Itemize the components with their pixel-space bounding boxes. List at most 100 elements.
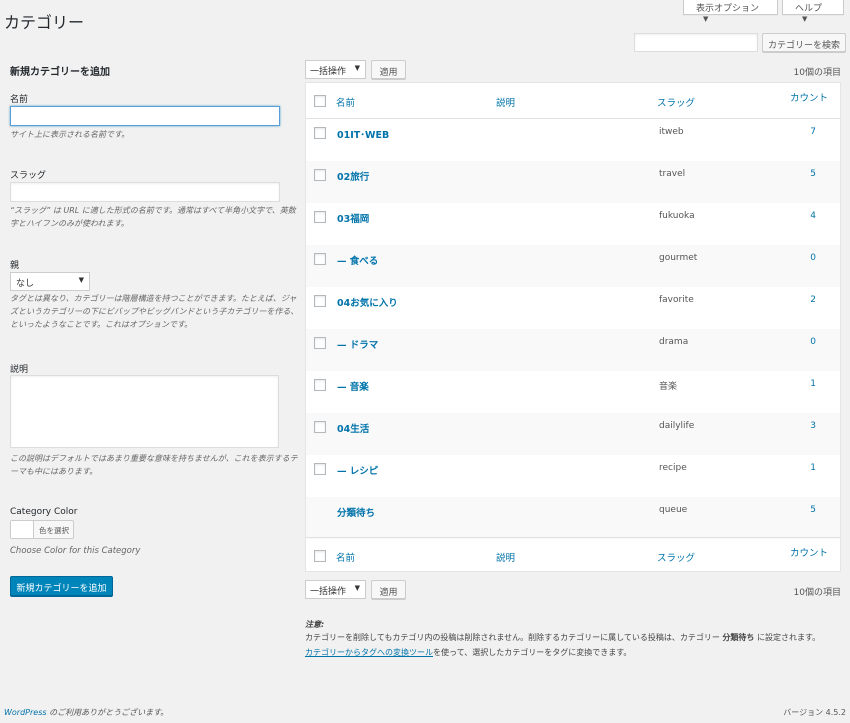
row-checkbox[interactable] <box>314 379 326 391</box>
page-title: カテゴリー <box>4 13 85 32</box>
table-row: — 音楽 音楽 1 <box>306 371 840 413</box>
delete-note: 注意: カテゴリーを削除してもカテゴリ内の投稿は削除されません。削除するカテゴリ… <box>305 618 845 660</box>
version-text: バージョン 4.5.2 <box>783 708 846 717</box>
search-categories-button[interactable]: カテゴリーを検索 <box>762 33 846 52</box>
bulk-actions-select-bottom[interactable]: 一括操作 ▼ <box>305 580 366 599</box>
description-textarea[interactable] <box>10 375 279 448</box>
column-slug-footer[interactable]: スラッグ <box>657 550 695 564</box>
table-row: — 食べる gourmet 0 <box>306 245 840 287</box>
row-checkbox[interactable] <box>314 463 326 475</box>
slug-description: “スラッグ” は URL に適した形式の名前です。通常はすべて半角小文字で、英数… <box>10 206 296 228</box>
category-slug: fukuoka <box>659 211 695 221</box>
color-picker-label: 色を選択 <box>39 526 69 535</box>
row-checkbox[interactable] <box>314 127 326 139</box>
parent-description: タグとは異なり、カテゴリーは階層構造を持つことができます。たとえば、ジャズという… <box>10 294 299 329</box>
category-name-link[interactable]: 03福岡 <box>337 211 369 225</box>
category-count-link[interactable]: 5 <box>810 505 816 515</box>
select-all-checkbox-bottom[interactable] <box>314 550 326 562</box>
category-name-link[interactable]: — 音楽 <box>337 379 369 393</box>
column-slug-header[interactable]: スラッグ <box>657 95 695 109</box>
category-name-link[interactable]: 02旅行 <box>337 169 369 183</box>
category-name-link[interactable]: 01IT･WEB <box>337 127 389 141</box>
category-count-link[interactable]: 4 <box>810 211 816 221</box>
parent-select-value: なし <box>16 279 35 289</box>
color-picker-button[interactable]: 色を選択 <box>10 520 74 539</box>
note-converter-text: を使って、選択したカテゴリーをタグに変換できます。 <box>433 648 632 658</box>
category-name-link[interactable]: — レシピ <box>337 463 378 477</box>
row-checkbox[interactable] <box>314 337 326 349</box>
note-title: 注意: <box>305 620 325 629</box>
table-footer: 名前 説明 スラッグ カウント <box>306 537 840 573</box>
category-count-link[interactable]: 1 <box>810 463 816 473</box>
row-checkbox[interactable] <box>314 169 326 181</box>
category-name-link[interactable]: — 食べる <box>337 253 378 267</box>
caret-down-icon: ▼ <box>802 15 808 23</box>
table-row: 01IT･WEB itweb 7 <box>306 119 840 161</box>
name-description: サイト上に表示される名前です。 <box>10 130 130 139</box>
category-name-link[interactable]: 04生活 <box>337 421 369 435</box>
bulk-actions-label: 一括操作 <box>310 587 347 597</box>
category-slug: recipe <box>659 463 687 473</box>
screen-options-button[interactable]: 表示オプション▼ <box>683 0 778 23</box>
add-category-button[interactable]: 新規カテゴリーを追加 <box>10 576 113 596</box>
select-all-checkbox[interactable] <box>314 95 326 107</box>
caret-down-icon: ▼ <box>354 584 360 592</box>
table-row: 03福岡 fukuoka 4 <box>306 203 840 245</box>
category-count-link[interactable]: 7 <box>810 127 816 137</box>
parent-label: 親 <box>10 261 20 271</box>
row-checkbox[interactable] <box>314 211 326 223</box>
bulk-actions-select-top[interactable]: 一括操作 ▼ <box>305 60 366 79</box>
parent-select[interactable]: なし ▼ <box>10 272 90 291</box>
column-description-footer[interactable]: 説明 <box>496 550 515 564</box>
table-row: 04生活 dailylife 3 <box>306 413 840 455</box>
categories-table: 名前 説明 スラッグ カウント 01IT･WEB itweb 7 02旅行 trave… <box>305 82 841 572</box>
note-text-part: に設定されます。 <box>754 633 821 643</box>
note-default-category: 分類待ち <box>722 633 755 643</box>
wordpress-link[interactable]: WordPress <box>4 708 47 717</box>
row-checkbox[interactable] <box>314 295 326 307</box>
color-description: Choose Color for this Category <box>10 546 141 556</box>
category-count-link[interactable]: 3 <box>810 421 816 431</box>
category-count-link[interactable]: 5 <box>810 169 816 179</box>
column-description-header[interactable]: 説明 <box>496 95 515 109</box>
category-count-link[interactable]: 2 <box>810 295 816 305</box>
items-count-top: 10個の項目 <box>793 68 841 78</box>
note-text-part: カテゴリーを削除してもカテゴリ内の投稿は削除されません。削除するカテゴリーに属し… <box>305 633 723 643</box>
color-swatch <box>11 521 34 538</box>
category-tag-converter-link[interactable]: カテゴリーからタグへの変換ツール <box>305 648 433 657</box>
category-name-link[interactable]: 04お気に入り <box>337 295 398 309</box>
apply-button-top[interactable]: 適用 <box>371 60 406 79</box>
help-button[interactable]: ヘルプ▼ <box>782 0 844 23</box>
slug-label: スラッグ <box>10 171 47 181</box>
apply-button-bottom[interactable]: 適用 <box>371 580 406 599</box>
column-count-header[interactable]: カウント <box>790 90 828 104</box>
category-slug: 音楽 <box>659 382 678 392</box>
category-slug: gourmet <box>659 253 698 263</box>
category-slug: travel <box>659 169 686 179</box>
category-count-link[interactable]: 0 <box>810 253 816 263</box>
column-name-header[interactable]: 名前 <box>336 95 355 109</box>
category-count-link[interactable]: 1 <box>810 379 816 389</box>
column-name-footer[interactable]: 名前 <box>336 550 355 564</box>
row-checkbox[interactable] <box>314 421 326 433</box>
bulk-actions-label: 一括操作 <box>310 67 347 77</box>
category-name-link[interactable]: — ドラマ <box>337 337 378 351</box>
category-slug: drama <box>659 337 689 347</box>
description-label: 説明 <box>10 365 29 375</box>
table-row: — レシピ recipe 1 <box>306 455 840 497</box>
table-row: — ドラマ drama 0 <box>306 329 840 371</box>
category-count-link[interactable]: 0 <box>810 337 816 347</box>
table-row: 04お気に入り favorite 2 <box>306 287 840 329</box>
slug-input[interactable] <box>10 182 280 202</box>
category-slug: favorite <box>659 295 694 305</box>
items-count-bottom: 10個の項目 <box>793 588 841 598</box>
column-count-footer[interactable]: カウント <box>790 545 828 559</box>
caret-down-icon: ▼ <box>354 64 360 72</box>
name-input[interactable] <box>10 106 280 126</box>
note-converter: カテゴリーからタグへの変換ツールを使って、選択したカテゴリーをタグに変換できます… <box>305 646 845 659</box>
note-text: カテゴリーを削除してもカテゴリ内の投稿は削除されません。削除するカテゴリーに属し… <box>305 631 845 644</box>
category-name-link[interactable]: 分類待ち <box>337 505 375 519</box>
table-row: 02旅行 travel 5 <box>306 161 840 203</box>
row-checkbox[interactable] <box>314 253 326 265</box>
search-input[interactable] <box>634 33 758 52</box>
